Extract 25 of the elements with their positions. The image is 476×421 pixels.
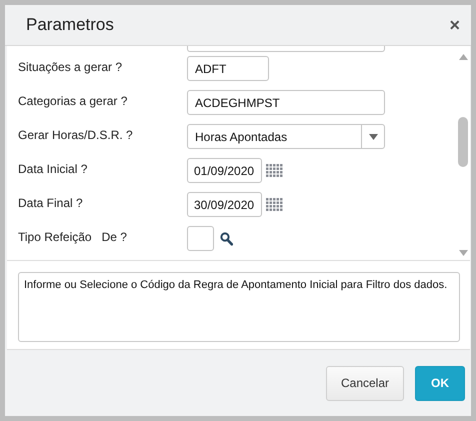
dialog-title: Parametros <box>26 15 114 35</box>
field-label: Data Final ? <box>18 196 83 210</box>
calendar-icon[interactable] <box>266 164 283 178</box>
field-label: Data Inicial ? <box>18 162 88 176</box>
field-label: De ? <box>102 230 127 244</box>
text-field[interactable]: ADFT <box>187 56 269 81</box>
cancel-button[interactable]: Cancelar <box>326 366 404 400</box>
date-field[interactable]: 01/09/2020 <box>187 158 262 183</box>
date-field[interactable]: 30/09/2020 <box>187 192 262 217</box>
field-label: Categorias a gerar ? <box>18 94 128 108</box>
scroll-down-icon[interactable] <box>458 250 468 256</box>
lookup-field[interactable] <box>187 226 214 251</box>
close-button[interactable]: × <box>449 14 460 36</box>
calendar-icon[interactable] <box>266 198 283 212</box>
text-field[interactable]: ACDEGHMPST <box>187 90 385 115</box>
field-label: Tipo Refeição <box>18 230 92 244</box>
caret-icon <box>368 134 378 140</box>
scroll-up-icon[interactable] <box>458 54 468 60</box>
search-icon[interactable] <box>220 232 233 246</box>
dropdown[interactable]: Horas Apontadas <box>187 124 385 149</box>
field-label: Gerar Horas/D.S.R. ? <box>18 128 133 142</box>
field-label: Situações a gerar ? <box>18 60 122 74</box>
help-text: Informe ou Selecione o Código da Regra de Apontamento Inicial para Filtro dos dados. <box>18 272 460 342</box>
scrollbar-thumb[interactable] <box>458 117 468 167</box>
input-field[interactable] <box>187 46 385 52</box>
